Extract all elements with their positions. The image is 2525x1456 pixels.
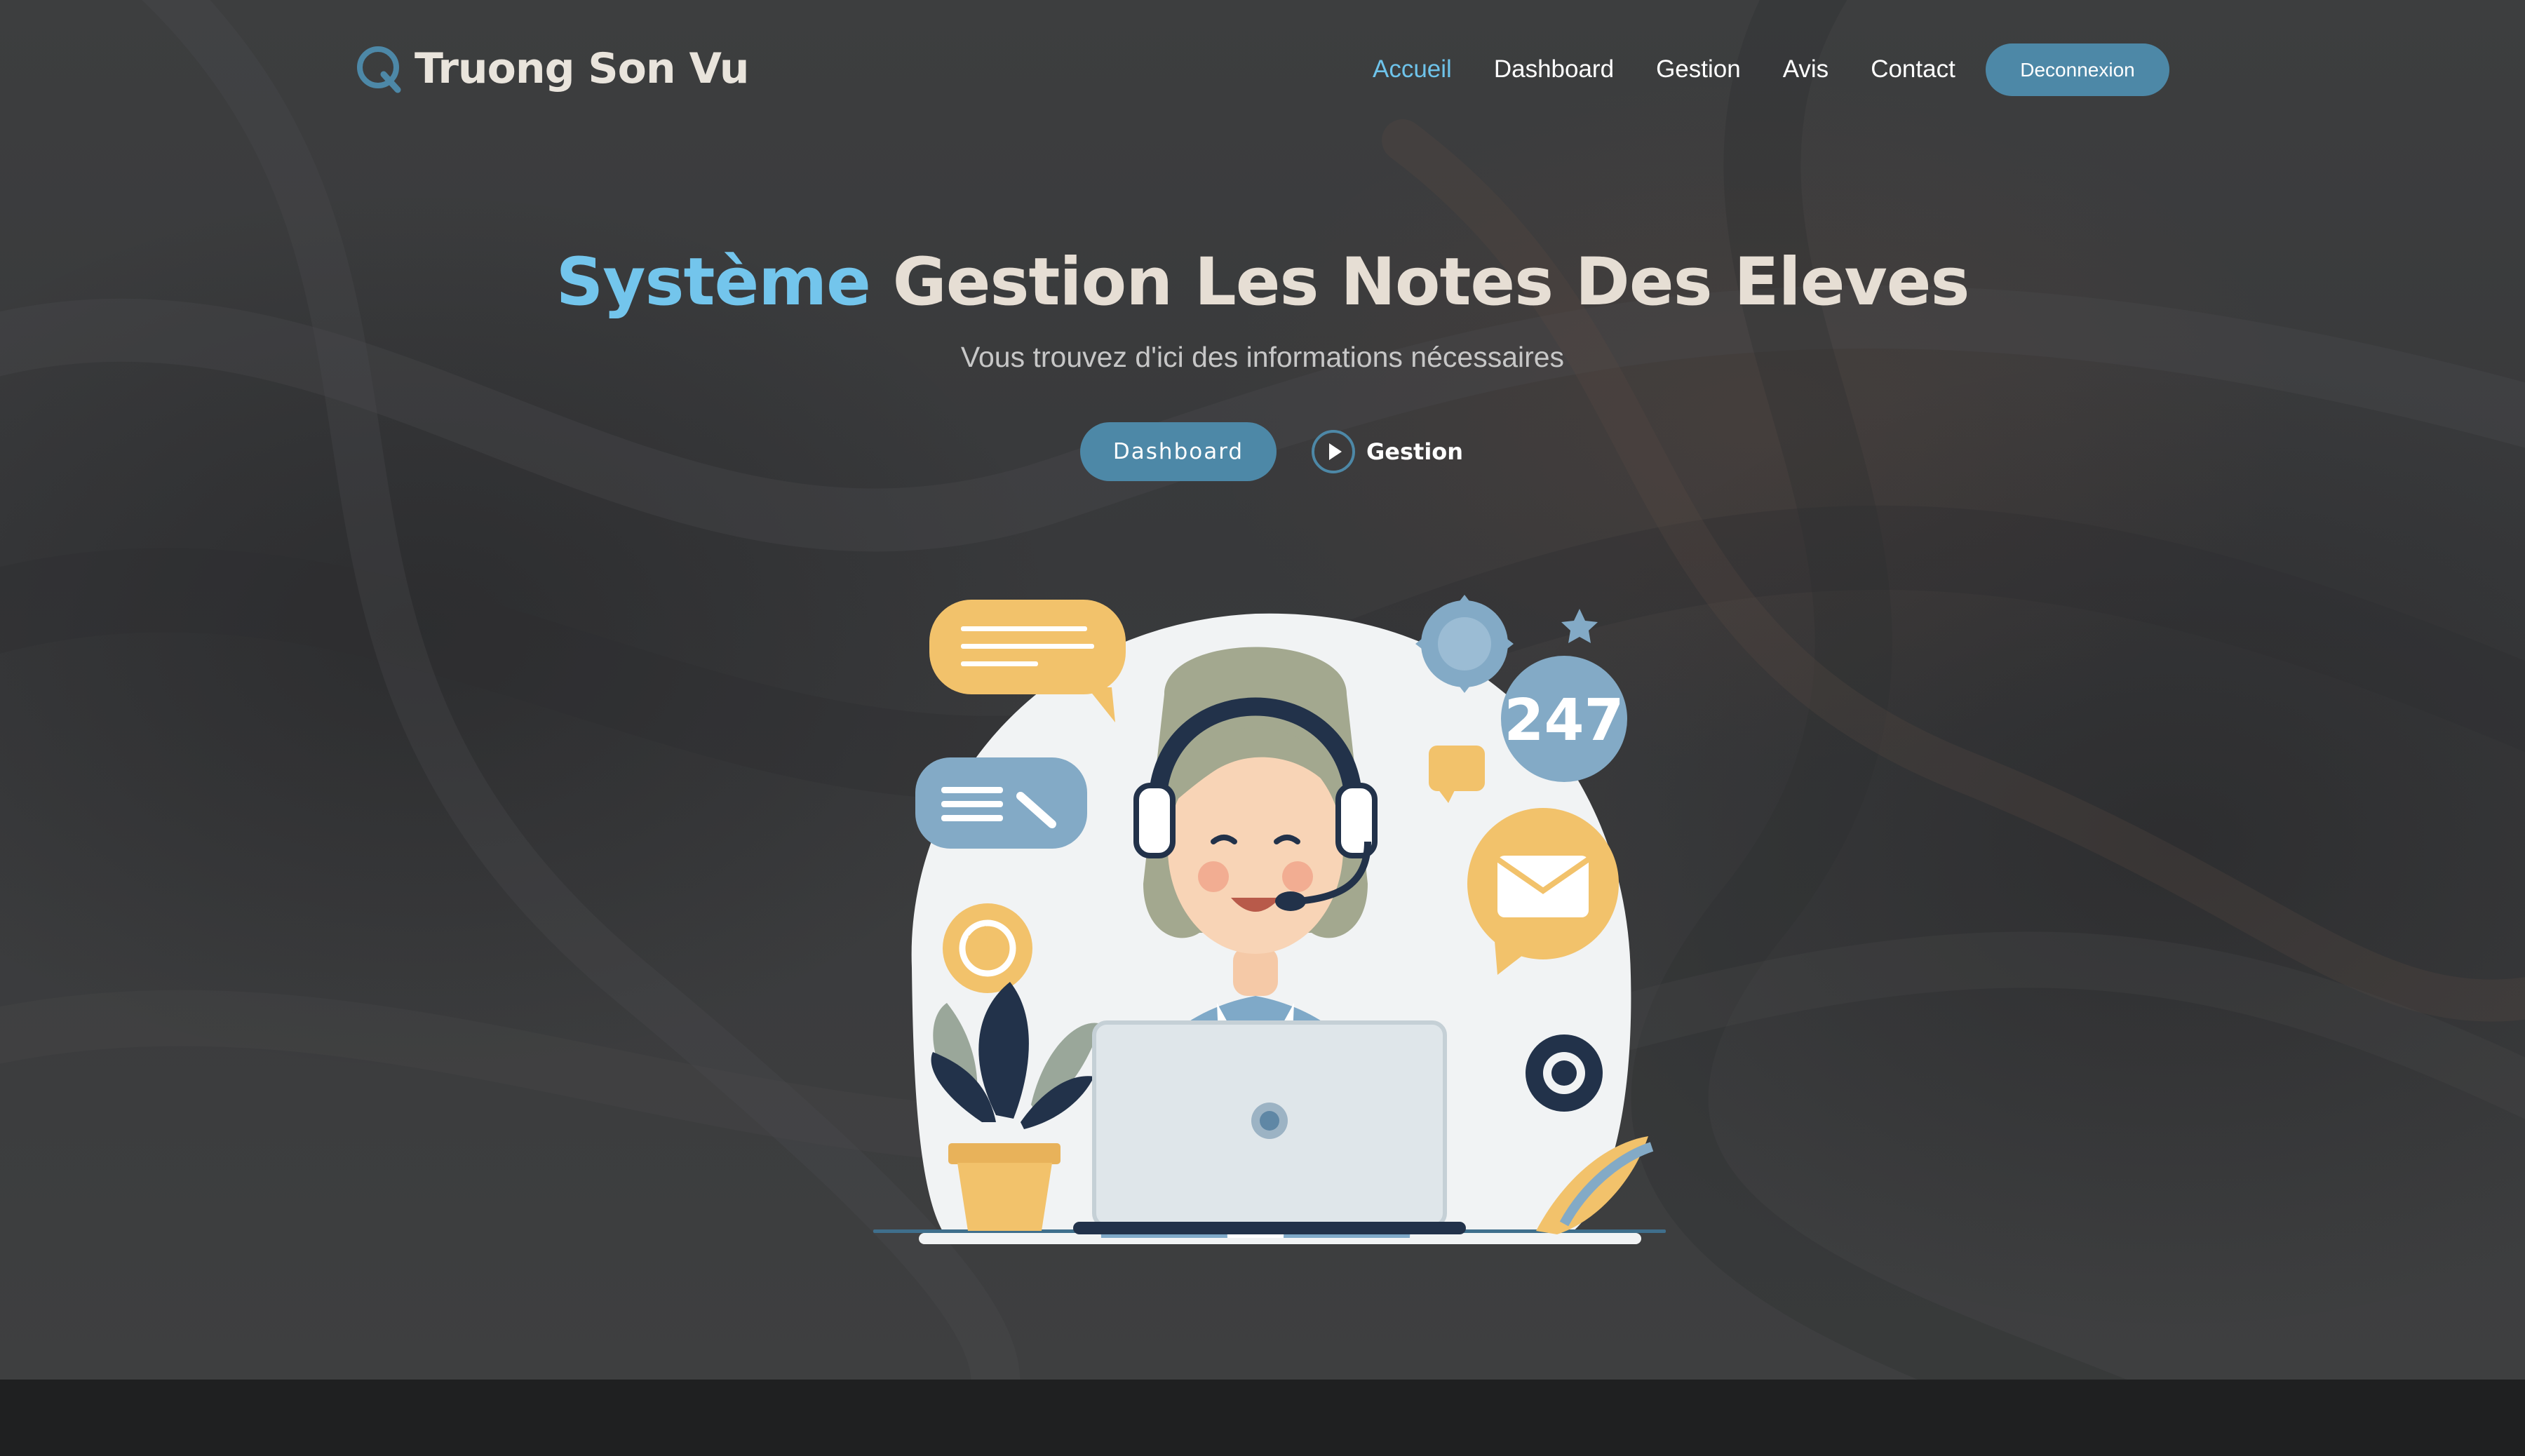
svg-text:247: 247 <box>1504 687 1624 754</box>
main-nav: Accueil Dashboard Gestion Avis Contact <box>1373 52 1998 87</box>
nav-link-dashboard[interactable]: Dashboard <box>1494 52 1614 87</box>
brand-name: Truong Son Vu <box>415 44 749 93</box>
nav-link-gestion[interactable]: Gestion <box>1656 52 1741 87</box>
star-icon <box>1561 609 1598 643</box>
brand-logo[interactable]: Truong Son Vu <box>354 43 749 94</box>
hero-subtitle: Vous trouvez d'ici des informations néce… <box>960 341 1565 373</box>
logout-button[interactable]: Deconnexion <box>1986 43 2169 96</box>
gestion-cta-button[interactable]: Gestion <box>1310 428 1463 476</box>
chat-bubble-icon <box>915 757 1087 849</box>
support-agent-illustration: 247 <box>873 595 1666 1244</box>
dashboard-cta-button[interactable]: Dashboard <box>1080 422 1277 481</box>
nav-link-accueil[interactable]: Accueil <box>1373 52 1452 87</box>
q-logo-icon <box>357 46 401 93</box>
refresh-icon <box>943 903 1032 993</box>
footer-bar <box>0 1380 2525 1456</box>
play-circle-icon <box>1312 430 1355 473</box>
hero-title: Système Gestion Les Notes Des Eleves <box>0 244 2525 321</box>
settings-icon <box>1526 1034 1603 1112</box>
laptop-icon <box>1073 1020 1466 1234</box>
availability-badge: 247 <box>1501 656 1627 782</box>
nav-link-avis[interactable]: Avis <box>1783 52 1829 87</box>
nav-link-contact[interactable]: Contact <box>1871 52 1955 87</box>
gestion-cta-label: Gestion <box>1366 438 1464 465</box>
hero-title-rest: Gestion Les Notes Des Eleves <box>892 244 1970 321</box>
hero-title-accent: Système <box>556 244 871 321</box>
